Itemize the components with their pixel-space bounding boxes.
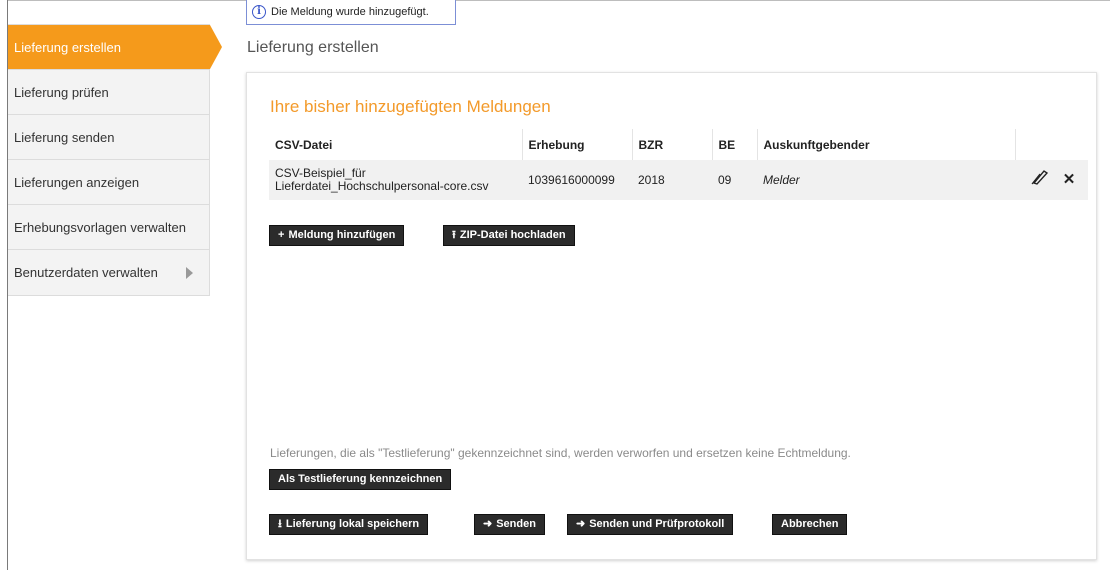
upload-zip-label: ZIP-Datei hochladen [459,229,566,241]
send-label: Senden [496,518,536,530]
sidebar-item-lieferung-senden[interactable]: Lieferung senden [8,115,209,160]
cell-auskunftgebender: Melder [757,160,1015,200]
save-local-button[interactable]: ⭳ Lieferung lokal speichern [269,514,429,535]
sidebar-item-lieferungen-anzeigen[interactable]: Lieferungen anzeigen [8,160,209,205]
column-header-erhebung: Erhebung [522,129,633,160]
send-with-protocol-button[interactable]: ➜ Senden und Prüfprotokoll [567,514,734,535]
column-header-auskunftgebender: Auskunftgebender [757,129,1016,160]
section-title: Ihre bisher hinzugefügten Meldungen [270,97,551,116]
cell-bzr: 2018 [632,160,712,200]
cell-be: 09 [712,160,757,200]
sidebar-item-label: Benutzerdaten verwalten [14,265,158,280]
close-icon[interactable]: ✕ [1056,169,1082,191]
column-header-actions [1015,129,1088,160]
cell-csv: CSV-Beispiel_für Lieferdatei_Hochschulpe… [269,160,522,200]
mark-test-delivery-button[interactable]: Als Testlieferung kennzeichnen [269,469,452,490]
cell-actions: ✕ [1015,160,1088,200]
pencil-icon[interactable] [1027,169,1053,191]
cancel-label: Abbrechen [781,518,839,530]
column-header-csv: CSV-Datei [269,129,523,160]
sidebar-item-label: Erhebungsvorlagen verwalten [14,220,186,235]
chevron-right-icon [186,267,193,279]
cancel-button[interactable]: Abbrechen [772,514,848,535]
add-report-button[interactable]: + Meldung hinzufügen [269,225,405,246]
add-report-label: Meldung hinzufügen [288,229,396,241]
test-delivery-info: Lieferungen, die als "Testlieferung" gek… [270,446,851,460]
send-button[interactable]: ➜ Senden [474,514,545,535]
sidebar-item-erhebungsvorlagen[interactable]: Erhebungsvorlagen verwalten [8,205,209,250]
sidebar-item-label: Lieferung senden [14,130,115,145]
sidebar-nav: Lieferung erstellen Lieferung prüfen Lie… [8,24,222,296]
send-protocol-label: Senden und Prüfprotokoll [589,518,725,530]
sidebar-item-label: Lieferungen anzeigen [14,175,140,190]
sidebar-item-lieferung-pruefen[interactable]: Lieferung prüfen [8,70,209,115]
sidebar-item-label: Lieferung prüfen [14,85,109,100]
page-title: Lieferung erstellen [247,39,379,56]
download-icon: ⭳ [278,518,282,530]
mark-test-label: Als Testlieferung kennzeichnen [278,473,443,485]
info-icon: i [252,5,266,19]
arrow-right-icon: ➜ [483,518,493,530]
csv-filename-line2: Lieferdatei_Hochschulpersonal-core.csv [275,179,489,193]
table-row: CSV-Beispiel_für Lieferdatei_Hochschulpe… [269,160,1088,200]
column-header-bzr: BZR [632,129,713,160]
top-divider [8,0,1110,1]
sidebar-item-benutzerdaten[interactable]: Benutzerdaten verwalten [8,250,209,295]
save-local-label: Lieferung lokal speichern [285,518,420,530]
upload-zip-button[interactable]: ⭱ ZIP-Datei hochladen [443,225,575,246]
cell-erhebung: 1039616000099 [522,160,632,200]
sidebar-item-lieferung-erstellen[interactable]: Lieferung erstellen [8,25,222,70]
main-panel: Ihre bisher hinzugefügten Meldungen CSV-… [246,72,1097,560]
sidebar-item-label: Lieferung erstellen [14,40,121,55]
arrow-right-icon: ➜ [576,518,586,530]
table-header-row: CSV-Datei Erhebung BZR BE Auskunftgebend… [269,129,1088,160]
column-header-be: BE [712,129,758,160]
plus-icon: + [278,229,285,241]
reports-table: CSV-Datei Erhebung BZR BE Auskunftgebend… [269,129,1088,200]
success-notice: i Die Meldung wurde hinzugefügt. [246,0,456,25]
upload-icon: ⭱ [452,229,456,241]
notice-text: Die Meldung wurde hinzugefügt. [271,6,429,18]
